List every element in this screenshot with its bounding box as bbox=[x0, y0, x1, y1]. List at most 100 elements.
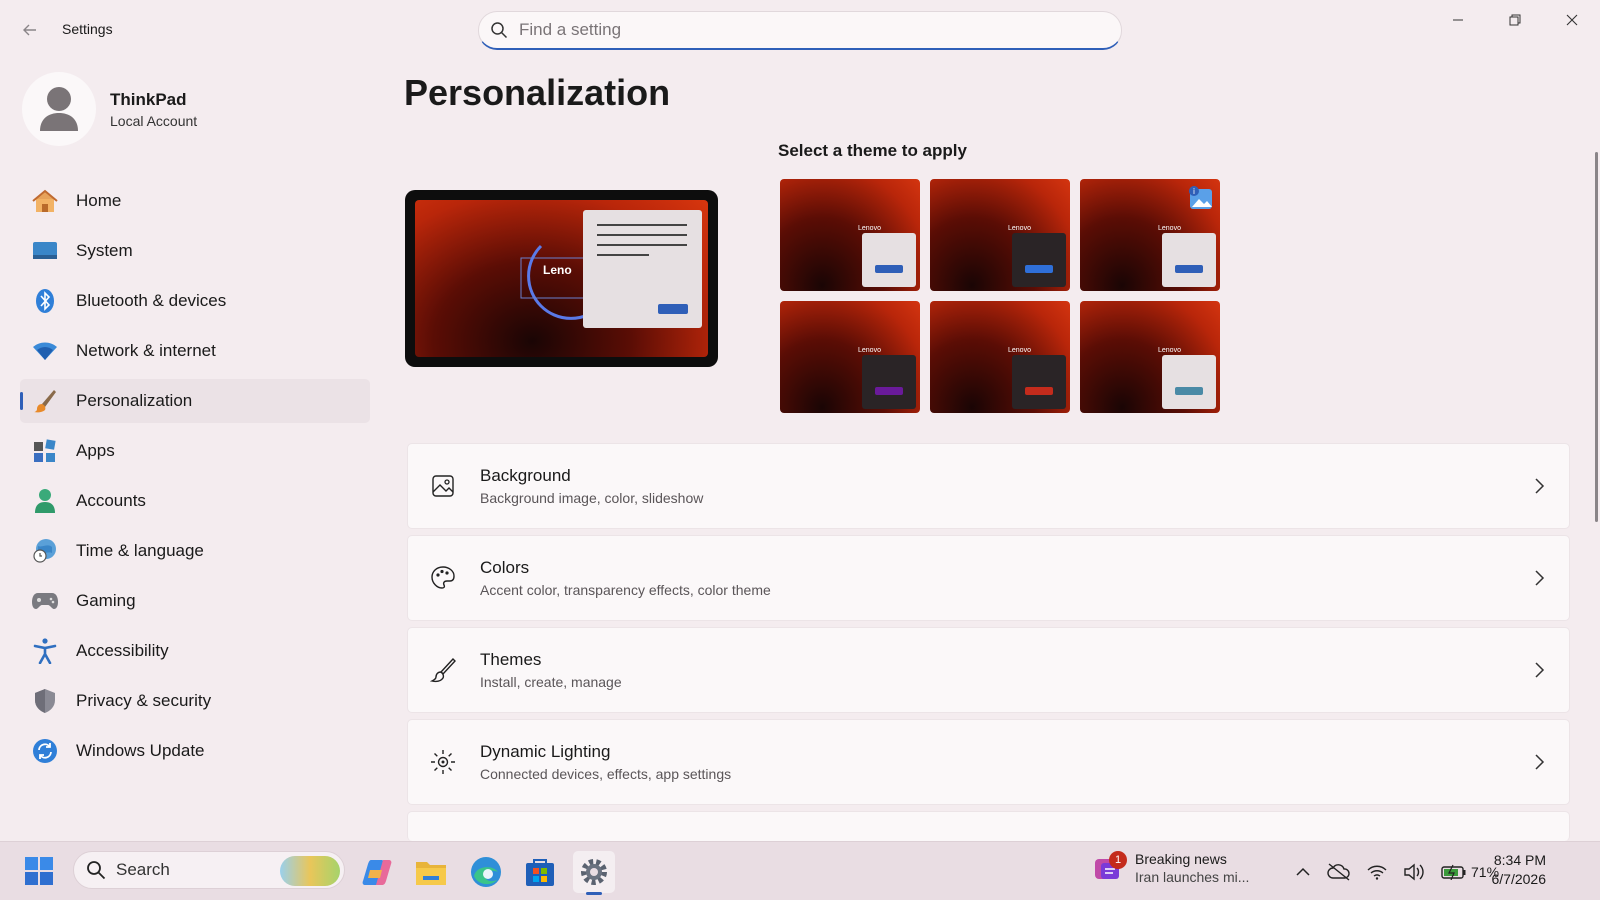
gear-icon bbox=[581, 859, 607, 885]
sidebar-item-bluetooth[interactable]: Bluetooth & devices bbox=[20, 279, 370, 323]
dynamic-lighting-card[interactable]: Dynamic Lighting Connected devices, effe… bbox=[407, 719, 1570, 805]
profile-account-type: Local Account bbox=[110, 112, 198, 129]
theme-logo-text: Lenovo bbox=[1008, 347, 1031, 354]
search-icon bbox=[479, 21, 519, 39]
brush-icon bbox=[430, 657, 456, 683]
lock-screen-card[interactable] bbox=[407, 811, 1570, 841]
news-title: Breaking news bbox=[1135, 851, 1227, 867]
sidebar-item-gaming[interactable]: Gaming bbox=[20, 579, 370, 623]
chevron-right-icon bbox=[1535, 662, 1545, 678]
sidebar-item-label: Home bbox=[76, 191, 122, 210]
scrollbar-thumb[interactable] bbox=[1595, 152, 1598, 522]
preview-logo-text: Leno bbox=[543, 263, 572, 277]
preview-text-line bbox=[597, 254, 649, 256]
news-widget[interactable]: 1 Breaking news Iran launches mi... bbox=[1093, 851, 1249, 885]
clock[interactable]: 8:34 PM 6/7/2026 bbox=[1492, 852, 1547, 887]
profile-name: ThinkPad bbox=[110, 89, 187, 109]
card-subtitle: Install, create, manage bbox=[480, 674, 622, 690]
windows-logo-icon bbox=[25, 857, 53, 885]
background-card[interactable]: Background Background image, color, slid… bbox=[407, 443, 1570, 529]
edge-icon bbox=[471, 857, 501, 887]
speaker-icon bbox=[1404, 863, 1424, 881]
sidebar-item-apps[interactable]: Apps bbox=[20, 429, 370, 473]
theme-tile[interactable]: Lenovo bbox=[930, 301, 1070, 413]
shield-icon bbox=[32, 688, 58, 714]
bluetooth-icon bbox=[32, 288, 58, 314]
theme-logo-text: Lenovo bbox=[858, 225, 881, 232]
file-explorer-app-button[interactable] bbox=[410, 851, 452, 893]
sidebar-item-windows-update[interactable]: Windows Update bbox=[20, 729, 370, 773]
store-app-button[interactable] bbox=[519, 851, 561, 893]
network-status-button[interactable] bbox=[1367, 864, 1387, 880]
theme-tile[interactable]: Lenovo bbox=[1080, 301, 1220, 413]
start-button[interactable] bbox=[24, 856, 54, 891]
theme-tile[interactable]: Lenovo i bbox=[1080, 179, 1220, 291]
volume-button[interactable] bbox=[1403, 863, 1425, 881]
taskbar-search[interactable]: Search bbox=[73, 851, 345, 889]
theme-tile[interactable]: Lenovo bbox=[780, 179, 920, 291]
user-profile[interactable]: ThinkPad Local Account bbox=[22, 72, 197, 146]
preview-window bbox=[583, 210, 702, 328]
card-title: Background bbox=[480, 466, 571, 485]
sidebar-item-system[interactable]: System bbox=[20, 229, 370, 273]
sidebar-item-accounts[interactable]: Accounts bbox=[20, 479, 370, 523]
settings-search[interactable] bbox=[478, 11, 1122, 50]
onedrive-status-button[interactable] bbox=[1327, 862, 1351, 882]
search-icon bbox=[87, 861, 106, 880]
back-arrow-icon bbox=[23, 24, 36, 36]
theme-logo-text: Lenovo bbox=[1158, 347, 1181, 354]
theme-tile[interactable]: Lenovo bbox=[930, 179, 1070, 291]
theme-window bbox=[862, 233, 916, 287]
settings-app-button[interactable] bbox=[573, 851, 615, 895]
sidebar-item-label: Accessibility bbox=[76, 641, 169, 660]
card-title: Themes bbox=[480, 650, 542, 669]
sidebar-item-accessibility[interactable]: Accessibility bbox=[20, 629, 370, 673]
page-title: Personalization bbox=[404, 72, 671, 113]
card-title: Dynamic Lighting bbox=[480, 742, 611, 761]
preview-accent-button bbox=[658, 304, 688, 314]
show-hidden-icons-button[interactable] bbox=[1295, 867, 1311, 877]
card-subtitle: Accent color, transparency effects, colo… bbox=[480, 582, 771, 598]
theme-tile[interactable]: Lenovo bbox=[780, 301, 920, 413]
theme-accent bbox=[1025, 387, 1053, 395]
minimize-button[interactable] bbox=[1429, 0, 1486, 40]
battery-status-button[interactable]: 71% bbox=[1441, 864, 1499, 880]
search-highlight-image bbox=[280, 856, 340, 886]
themes-card[interactable]: Themes Install, create, manage bbox=[407, 627, 1570, 713]
title-bar: Settings bbox=[0, 0, 1600, 60]
preview-text-line bbox=[597, 224, 687, 226]
chevron-up-icon bbox=[1296, 867, 1310, 876]
card-title: Colors bbox=[480, 558, 530, 577]
close-button[interactable] bbox=[1543, 0, 1600, 40]
window-controls bbox=[1429, 0, 1600, 40]
sidebar-item-network[interactable]: Network & internet bbox=[20, 329, 370, 373]
taskbar-search-label: Search bbox=[116, 860, 170, 879]
sidebar-item-label: Time & language bbox=[76, 541, 204, 560]
copilot-app-button[interactable] bbox=[356, 851, 398, 893]
search-input[interactable] bbox=[519, 20, 1099, 40]
news-count-badge: 1 bbox=[1109, 851, 1127, 869]
gamepad-icon bbox=[32, 588, 58, 614]
close-icon bbox=[1566, 14, 1577, 26]
avatar bbox=[22, 72, 96, 146]
microsoft-store-icon bbox=[526, 859, 554, 886]
chevron-right-icon bbox=[1535, 754, 1545, 770]
back-button[interactable] bbox=[18, 18, 42, 42]
copilot-icon bbox=[362, 860, 392, 885]
sidebar-item-personalization[interactable]: Personalization bbox=[20, 379, 370, 423]
colors-card[interactable]: Colors Accent color, transparency effect… bbox=[407, 535, 1570, 621]
home-icon bbox=[32, 188, 58, 214]
sidebar-item-time-language[interactable]: Time & language bbox=[20, 529, 370, 573]
clock-date: 6/7/2026 bbox=[1491, 871, 1547, 887]
sidebar-item-home[interactable]: Home bbox=[20, 179, 370, 223]
theme-accent bbox=[875, 387, 903, 395]
sidebar-item-label: Bluetooth & devices bbox=[76, 291, 227, 310]
edge-app-button[interactable] bbox=[465, 851, 507, 893]
sidebar-item-label: Privacy & security bbox=[76, 691, 212, 710]
sidebar-item-privacy-security[interactable]: Privacy & security bbox=[20, 679, 370, 723]
theme-grid: Lenovo Lenovo Lenovo i Lenovo Lenovo Len… bbox=[780, 179, 1225, 413]
theme-window bbox=[1012, 355, 1066, 409]
theme-logo-text: Lenovo bbox=[858, 347, 881, 354]
restore-button[interactable] bbox=[1486, 0, 1543, 40]
palette-icon bbox=[430, 565, 456, 591]
